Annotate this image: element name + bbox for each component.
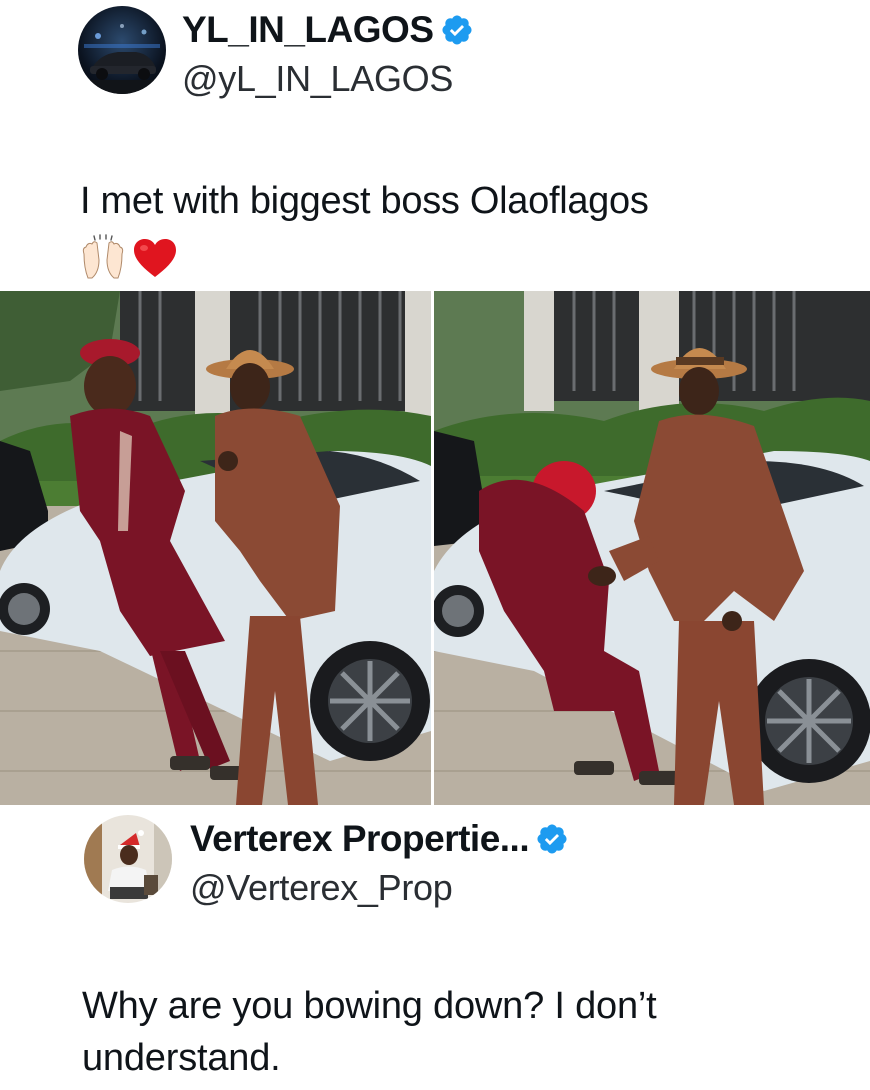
reply-author-avatar[interactable] (84, 815, 172, 903)
tweet-text: I met with biggest boss Olaoflagos (80, 180, 649, 222)
author-display-name[interactable]: YL_IN_LAGOS (182, 9, 434, 51)
verified-badge-icon (440, 13, 474, 47)
author-handle[interactable]: @yL_IN_LAGOS (182, 58, 474, 100)
tweet-header: YL_IN_LAGOS @yL_IN_LAGOS (78, 6, 474, 100)
reply-author-handle[interactable]: @Verterex_Prop (190, 867, 569, 909)
author-avatar[interactable] (78, 6, 166, 94)
reply-author-name-row: Verterex Propertie... (190, 817, 569, 861)
reply-header: Verterex Propertie... @Verterex_Prop (84, 815, 569, 909)
reply-author-display-name[interactable]: Verterex Propertie... (190, 818, 530, 860)
verified-badge-icon (535, 822, 569, 856)
photo-man-bowing-handshake[interactable] (434, 291, 870, 805)
author-name-row: YL_IN_LAGOS (182, 8, 474, 52)
red-heart-emoji-icon (132, 237, 178, 279)
reply-author-info: Verterex Propertie... @Verterex_Prop (190, 815, 569, 909)
photo-two-men-posing[interactable] (0, 291, 431, 805)
tweet-emojis (78, 234, 178, 282)
raising-hands-emoji-icon (78, 234, 128, 282)
tweet-media (0, 291, 870, 805)
reply-text: Why are you bowing down? I don’t underst… (82, 985, 657, 1079)
author-info: YL_IN_LAGOS @yL_IN_LAGOS (182, 6, 474, 100)
